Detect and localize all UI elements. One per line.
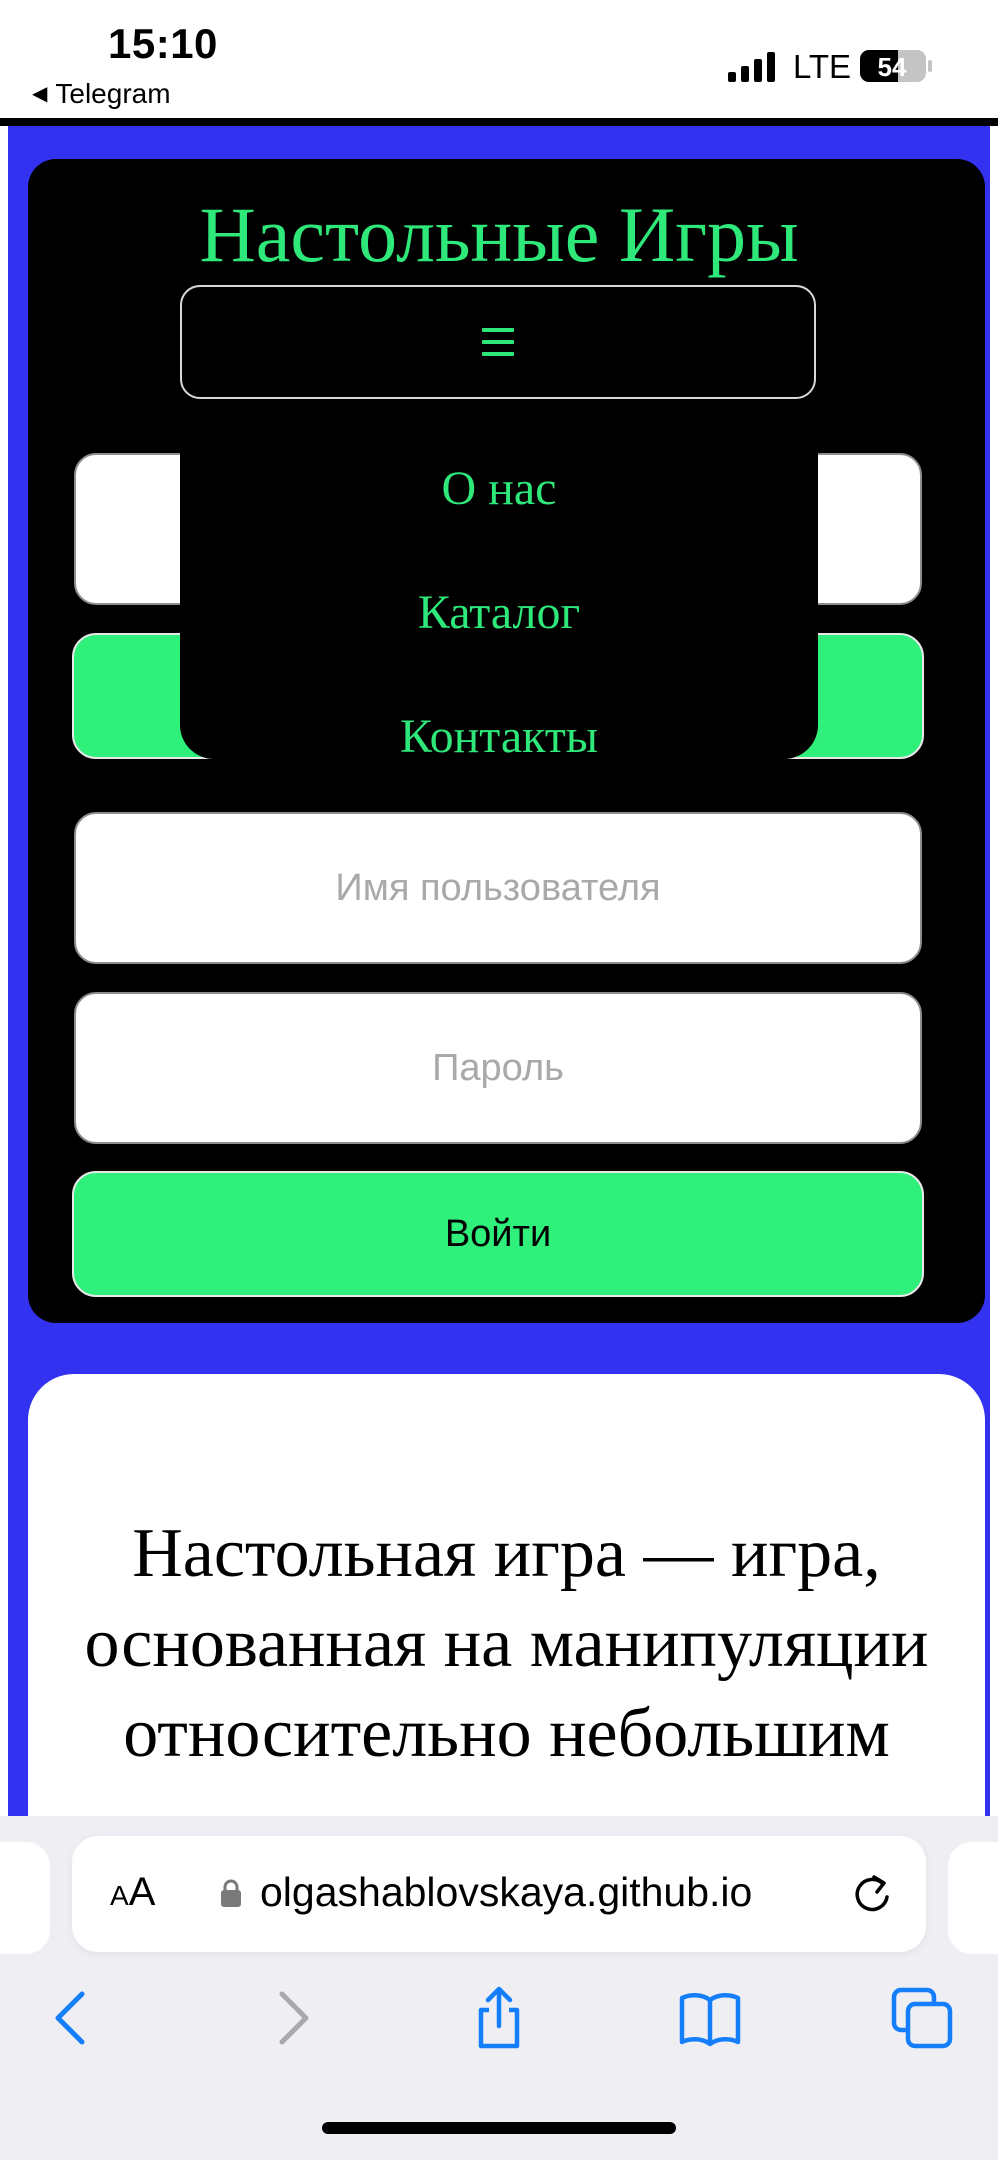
content-card: Настольная игра — игра, основанная на ма…: [28, 1374, 985, 1816]
text-size-button[interactable]: AA: [110, 1872, 155, 1912]
network-type: LTE: [793, 48, 852, 85]
browser-bottom-bar: AA olgashablovskaya.github.io: [0, 1816, 998, 2160]
share-icon[interactable]: [467, 1986, 531, 2050]
url-text: olgashablovskaya.github.io: [260, 1869, 753, 1915]
lock-icon: [221, 1879, 241, 1907]
top-divider: [0, 118, 998, 126]
cellular-signal-icon: [728, 52, 775, 82]
menu-toggle-button[interactable]: [180, 285, 816, 399]
reload-icon[interactable]: [850, 1870, 894, 1916]
web-page: Настольная игра — игра, основанная на ма…: [0, 126, 998, 1816]
back-icon[interactable]: [42, 1986, 106, 2050]
next-tab-preview[interactable]: [948, 1842, 998, 1954]
username-field[interactable]: Имя пользователя: [74, 812, 922, 964]
nav-item-contacts[interactable]: Контакты: [180, 713, 818, 761]
back-triangle-icon: ◀: [32, 83, 48, 105]
tabs-icon[interactable]: [890, 1986, 954, 2050]
status-time: 15:10: [108, 20, 218, 67]
forward-icon[interactable]: [258, 1986, 322, 2050]
nav-item-catalog[interactable]: Каталог: [180, 589, 818, 637]
back-to-app-button[interactable]: ◀ Telegram: [32, 78, 171, 110]
battery-icon: 54: [860, 50, 932, 82]
nav-dropdown: О нас Каталог Контакты: [180, 399, 818, 761]
hamburger-menu-icon: [482, 328, 514, 356]
login-button[interactable]: Войти: [72, 1171, 924, 1297]
password-field[interactable]: Пароль: [74, 992, 922, 1144]
battery-level: 54: [878, 52, 907, 82]
bookmarks-icon[interactable]: [678, 1986, 742, 2050]
status-bar: 15:10 ◀ Telegram LTE 54: [0, 0, 998, 118]
home-indicator: [322, 2122, 676, 2134]
site-title: Настольные Игры: [199, 191, 799, 278]
back-app-label: Telegram: [55, 78, 171, 109]
address-bar[interactable]: AA olgashablovskaya.github.io: [72, 1836, 926, 1952]
previous-tab-preview[interactable]: [0, 1842, 50, 1954]
nav-item-about[interactable]: О нас: [180, 465, 818, 513]
article-text: Настольная игра — игра, основанная на ма…: [84, 1515, 929, 1772]
